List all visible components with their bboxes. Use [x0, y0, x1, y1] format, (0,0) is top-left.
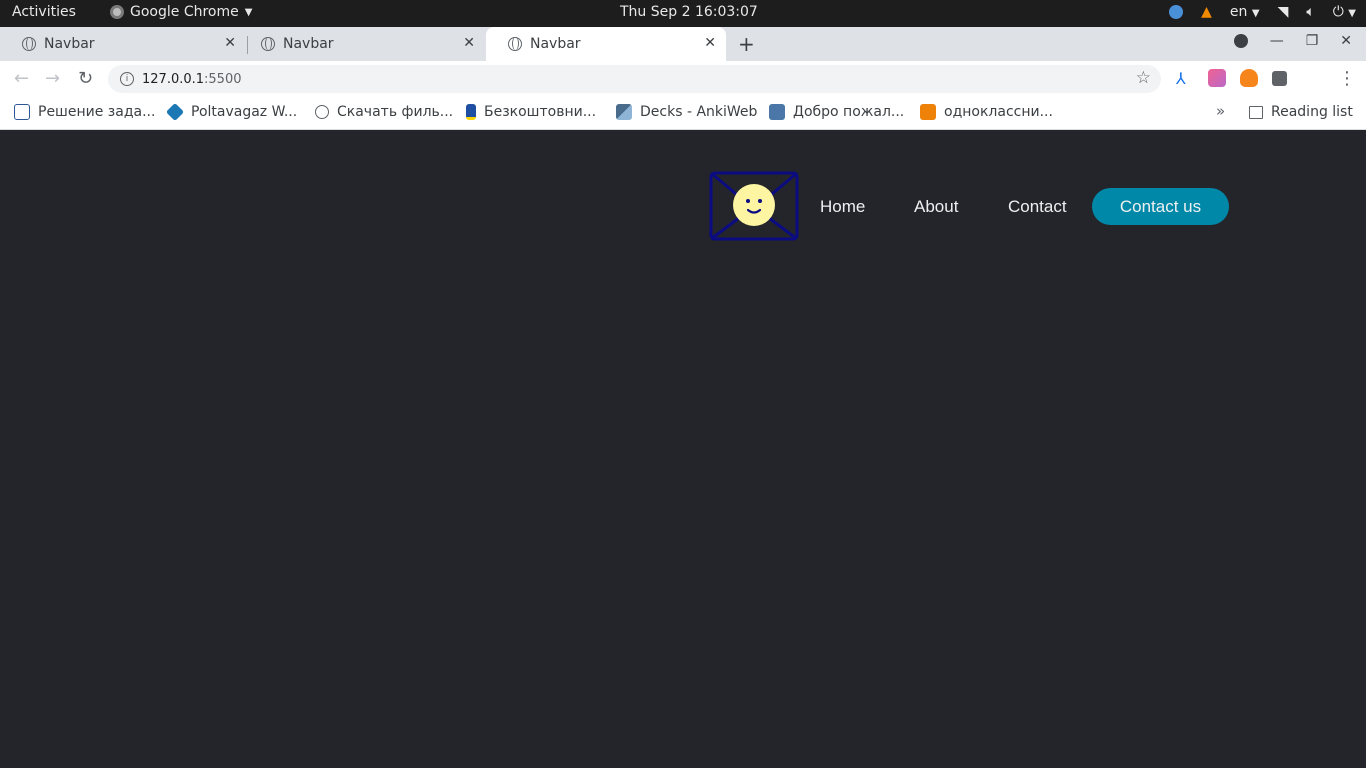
system-tray: ▲ en ▼ ◥ 🔈︎ ⏻ ▼	[1169, 4, 1356, 20]
reading-list-icon	[1249, 105, 1263, 119]
page-content: Home About Contact Contact us	[0, 131, 1366, 768]
bookmark-label: однокласcни...	[944, 104, 1053, 120]
language-label: en	[1229, 4, 1248, 20]
site-info-icon[interactable]: i	[120, 72, 134, 86]
chrome-menu-icon[interactable]: ⋮	[1338, 68, 1356, 89]
address-bar[interactable]: i 127.0.0.1:5500 ☆	[108, 65, 1161, 93]
bookmark-label: Скачать филь...	[337, 104, 454, 120]
anki-icon	[616, 104, 632, 120]
app-menu-label: Google Chrome	[130, 4, 239, 20]
vlc-icon[interactable]: ▲	[1201, 4, 1212, 20]
bookmark-label: Добро пожал...	[793, 104, 905, 120]
chrome-icon	[110, 5, 124, 19]
window-controls: — ❐ ✕	[1233, 33, 1352, 49]
bookmark-label: Poltavagaz W...	[191, 104, 298, 120]
minimize-button[interactable]: —	[1270, 33, 1284, 49]
forward-button[interactable]: →	[45, 68, 60, 89]
bookmark-item[interactable]: Добро пожал...	[769, 104, 904, 120]
restore-button[interactable]: ❐	[1306, 33, 1319, 49]
contact-us-button[interactable]: Contact us	[1092, 188, 1229, 225]
reading-list-button[interactable]: Reading list	[1249, 104, 1353, 120]
volume-icon[interactable]: 🔈︎	[1306, 4, 1314, 20]
reload-button[interactable]: ↻	[78, 68, 93, 89]
tab-strip: Navbar ✕ Navbar ✕ Navbar ✕	[0, 27, 1366, 61]
tab-title: Navbar	[44, 36, 95, 52]
bookmark-label: Decks - AnkiWeb	[640, 104, 758, 120]
globe-icon	[315, 105, 329, 119]
metamask-extension-icon[interactable]	[1240, 69, 1258, 87]
tab-3-active[interactable]: Navbar ✕	[486, 27, 726, 61]
contact-us-label: Contact us	[1119, 196, 1202, 216]
bookmark-label: Безкоштовни...	[484, 104, 597, 120]
bookmark-item[interactable]: Decks - AnkiWeb	[616, 104, 757, 120]
url-host: 127.0.0.1	[142, 71, 205, 87]
close-icon[interactable]: ✕	[224, 35, 236, 51]
tab-search-icon[interactable]	[1233, 34, 1248, 48]
system-top-bar: Activities Google Chrome ▼ Thu Sep 2 16:…	[0, 0, 1366, 27]
nav-link-contact[interactable]: Contact	[1008, 197, 1067, 217]
extensions-area: ⅄	[1176, 69, 1287, 88]
tab-1[interactable]: Navbar ✕	[0, 27, 246, 61]
more-bookmarks-button[interactable]: »	[1216, 102, 1225, 120]
trident-icon	[466, 104, 476, 120]
bookmarks-bar: Решение зада... Poltavagaz W... Скачать …	[0, 97, 1366, 130]
wifi-icon[interactable]: ◥	[1278, 4, 1289, 20]
bookmark-item[interactable]: Poltavagaz W...	[165, 102, 298, 122]
tab-title: Navbar	[530, 36, 581, 52]
new-tab-button[interactable]: +	[738, 32, 755, 56]
reading-list-label: Reading list	[1271, 104, 1353, 120]
url-port: :5500	[204, 71, 242, 87]
bookmark-label: Решение зада...	[38, 104, 156, 120]
back-button[interactable]: ←	[14, 68, 29, 89]
power-icon[interactable]: ⏻ ▼	[1333, 4, 1356, 20]
chevron-down-icon: ▼	[244, 6, 253, 18]
bookmark-star-icon[interactable]: ☆	[1136, 68, 1151, 88]
bookmark-item[interactable]: Скачать филь...	[315, 104, 453, 120]
globe-icon	[22, 37, 36, 51]
bookmark-item[interactable]: Безкоштовни...	[466, 104, 596, 120]
close-icon[interactable]: ✕	[704, 35, 716, 51]
vk-icon	[769, 104, 785, 120]
bookmark-favicon	[14, 104, 30, 120]
gradient-extension-icon[interactable]	[1208, 69, 1226, 87]
close-icon[interactable]: ✕	[463, 35, 475, 51]
activities-button[interactable]: Activities	[12, 4, 76, 20]
globe-icon	[508, 37, 522, 51]
tab-title: Navbar	[283, 36, 334, 52]
app-menu[interactable]: Google Chrome ▼	[110, 4, 252, 20]
puzzle-extensions-icon[interactable]	[1272, 70, 1287, 86]
envelope-smiley-logo[interactable]	[709, 171, 799, 241]
bookmark-item[interactable]: Решение зада...	[14, 104, 155, 120]
bookmark-item[interactable]: однокласcни...	[920, 104, 1053, 120]
browser-toolbar: ← → ↻ i 127.0.0.1:5500 ☆	[0, 61, 1366, 97]
globe-icon	[261, 37, 275, 51]
nav-link-about[interactable]: About	[914, 197, 958, 217]
ok-icon	[920, 104, 936, 120]
acrobat-extension-icon[interactable]: ⅄	[1176, 69, 1194, 88]
nav-link-home[interactable]: Home	[820, 197, 865, 217]
tab-2[interactable]: Navbar ✕	[239, 27, 485, 61]
close-window-button[interactable]: ✕	[1340, 33, 1352, 49]
bookmark-favicon	[165, 102, 185, 122]
clock[interactable]: Thu Sep 2 16:03:07	[620, 4, 758, 20]
language-selector[interactable]: en ▼	[1230, 4, 1260, 20]
network-status-icon[interactable]	[1169, 5, 1184, 19]
